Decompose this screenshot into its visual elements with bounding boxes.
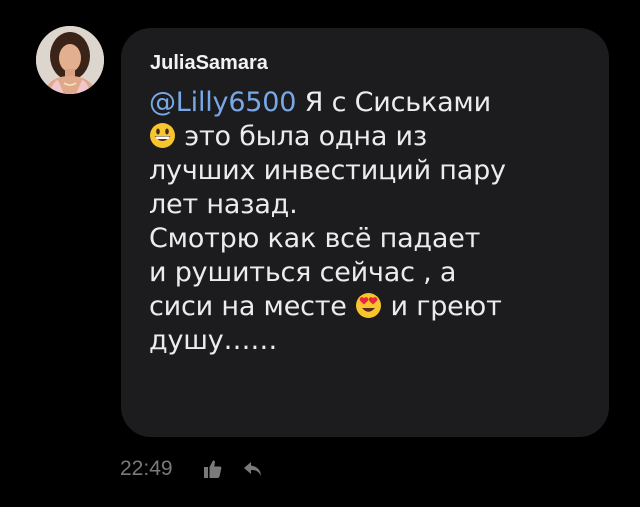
comment-line-text: сиси на месте <box>149 291 356 322</box>
comment-line: Смотрю как всё падает <box>149 223 481 254</box>
comment-line: и рушиться сейчас , а <box>149 257 457 288</box>
comment-author[interactable]: JuliaSamara <box>150 51 589 75</box>
avatar[interactable] <box>36 26 104 94</box>
comment-line: лучших инвестиций пару <box>149 155 506 186</box>
comment-line: это была одна из <box>149 120 589 154</box>
comment-text: @Lilly6500 Я с Сиськами это была одна из… <box>149 86 589 358</box>
comment-footer: 22:49 <box>120 455 265 483</box>
comment-time: 22:49 <box>120 457 173 480</box>
grinning-face-emoji <box>149 122 176 149</box>
heart-eyes-emoji <box>355 292 382 319</box>
comment-line: душу…… <box>149 325 278 356</box>
comment-line-text: и греют <box>382 291 502 322</box>
mention-link[interactable]: @Lilly6500 <box>149 87 296 118</box>
comment-bubble: JuliaSamara @Lilly6500 Я с Сиськами это … <box>121 28 609 437</box>
comment-line: лет назад. <box>149 189 298 220</box>
reply-arrow-icon[interactable] <box>241 457 265 481</box>
comment-line-text: это была одна из <box>176 121 428 152</box>
comment-line-text: Я с Сиськами <box>296 87 492 118</box>
comment-line: @Lilly6500 Я с Сиськами <box>149 86 589 120</box>
comment-line: сиси на месте и греют <box>149 290 589 324</box>
thumbs-up-icon[interactable] <box>201 457 225 481</box>
